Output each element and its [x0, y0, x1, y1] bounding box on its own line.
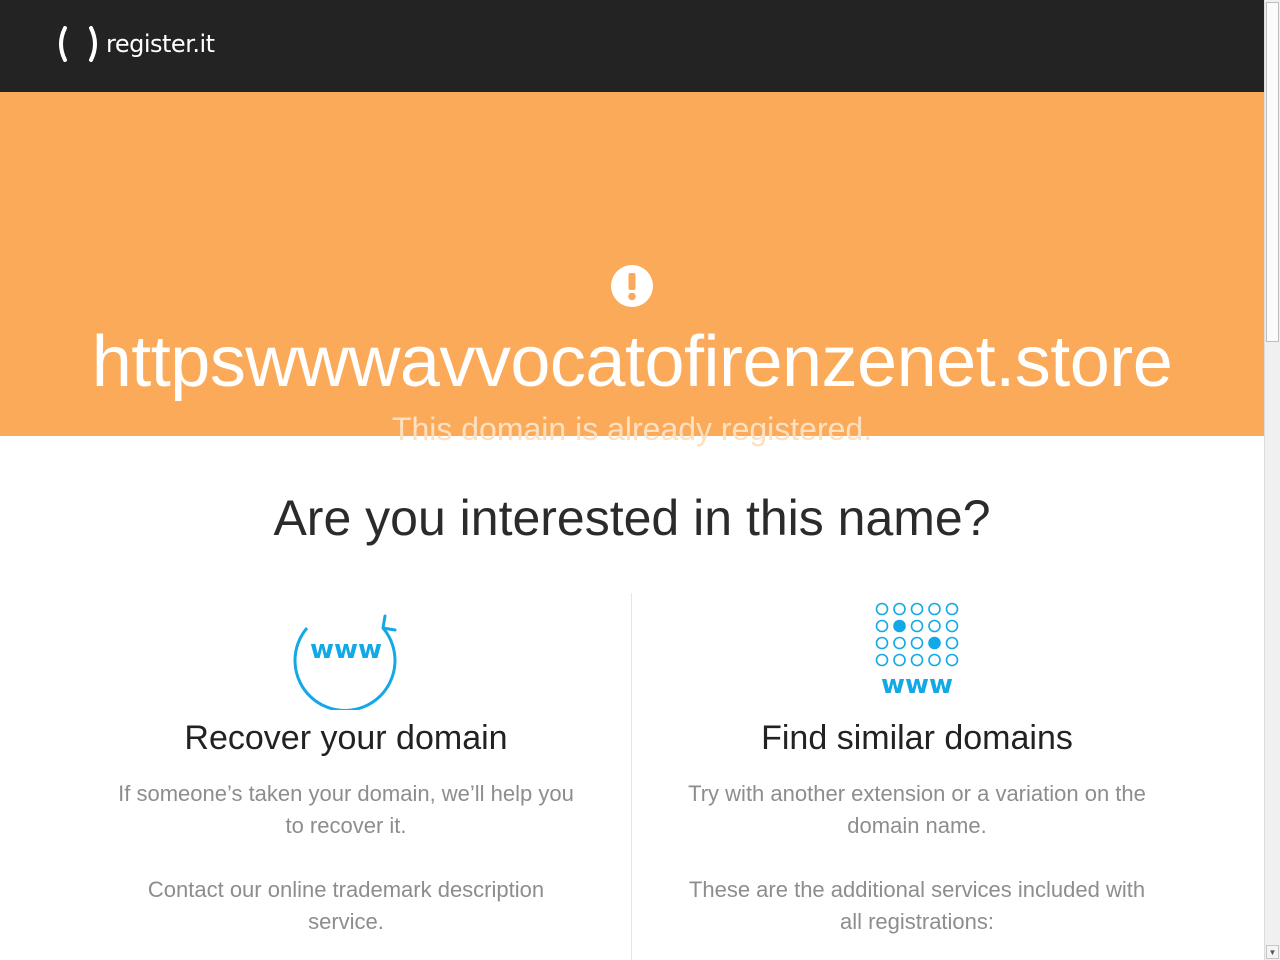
grid-dot — [928, 602, 941, 616]
recover-domain-section: www Recover your domain If someone’s tak… — [116, 600, 576, 938]
grid-dot — [875, 619, 889, 633]
grid-dot — [945, 636, 959, 650]
column-divider — [631, 593, 632, 960]
parentheses-logo-icon — [59, 26, 97, 62]
www-refresh-icon[interactable]: www — [291, 610, 401, 710]
domain-banner: httpswwwavvocatofirenzenet.store This do… — [0, 92, 1264, 447]
similar-domains-text: Try with another extension or a variatio… — [688, 781, 1146, 838]
grid-dot — [945, 602, 959, 616]
interest-heading: Are you interested in this name? — [273, 490, 991, 546]
trademark-service-text: Contact our online trademark description… — [147, 877, 545, 934]
domain-status: This domain is already registered. — [391, 411, 873, 447]
recover-domain-title[interactable]: Recover your domain — [116, 718, 576, 758]
grid-dot — [893, 636, 906, 650]
grid-dot — [928, 636, 941, 650]
www-icon-label: www — [881, 670, 953, 700]
top-bar: register.it — [0, 0, 1264, 92]
exclamation-circle-icon — [611, 265, 653, 307]
similar-domains-title[interactable]: Find similar domains — [686, 718, 1148, 758]
register-it-logo[interactable]: register.it — [56, 26, 215, 62]
grid-dot — [910, 602, 924, 616]
grid-dot — [945, 653, 959, 667]
page: register.it httpswwwavvocatofirenzenet.s… — [0, 0, 1264, 960]
additional-services-text: These are the additional services includ… — [688, 877, 1146, 934]
logo-text: register.it — [106, 30, 215, 58]
grid-dot — [928, 619, 941, 633]
similar-domains-section: www Find similar domains Try with anothe… — [686, 600, 1148, 938]
www-dot-grid-icon[interactable]: www — [867, 600, 967, 700]
grid-dot — [893, 653, 906, 667]
recover-domain-text: If someone’s taken your domain, we’ll he… — [118, 781, 574, 838]
grid-dot — [875, 653, 889, 667]
grid-dot — [910, 636, 924, 650]
vertical-scrollbar[interactable]: ▲ ▼ — [1264, 0, 1280, 960]
grid-dot — [875, 636, 889, 650]
grid-dot — [875, 602, 889, 616]
grid-dot — [928, 653, 941, 667]
grid-dot — [893, 602, 906, 616]
grid-dot — [945, 619, 959, 633]
scrollbar-thumb[interactable] — [1266, 2, 1279, 342]
domain-name: httpswwwavvocatofirenzenet.store — [91, 322, 1173, 402]
grid-dot — [910, 653, 924, 667]
grid-dot — [910, 619, 924, 633]
grid-dot — [893, 619, 906, 633]
www-icon-label: www — [310, 635, 382, 665]
scroll-down-arrow-icon[interactable]: ▼ — [1266, 945, 1279, 959]
